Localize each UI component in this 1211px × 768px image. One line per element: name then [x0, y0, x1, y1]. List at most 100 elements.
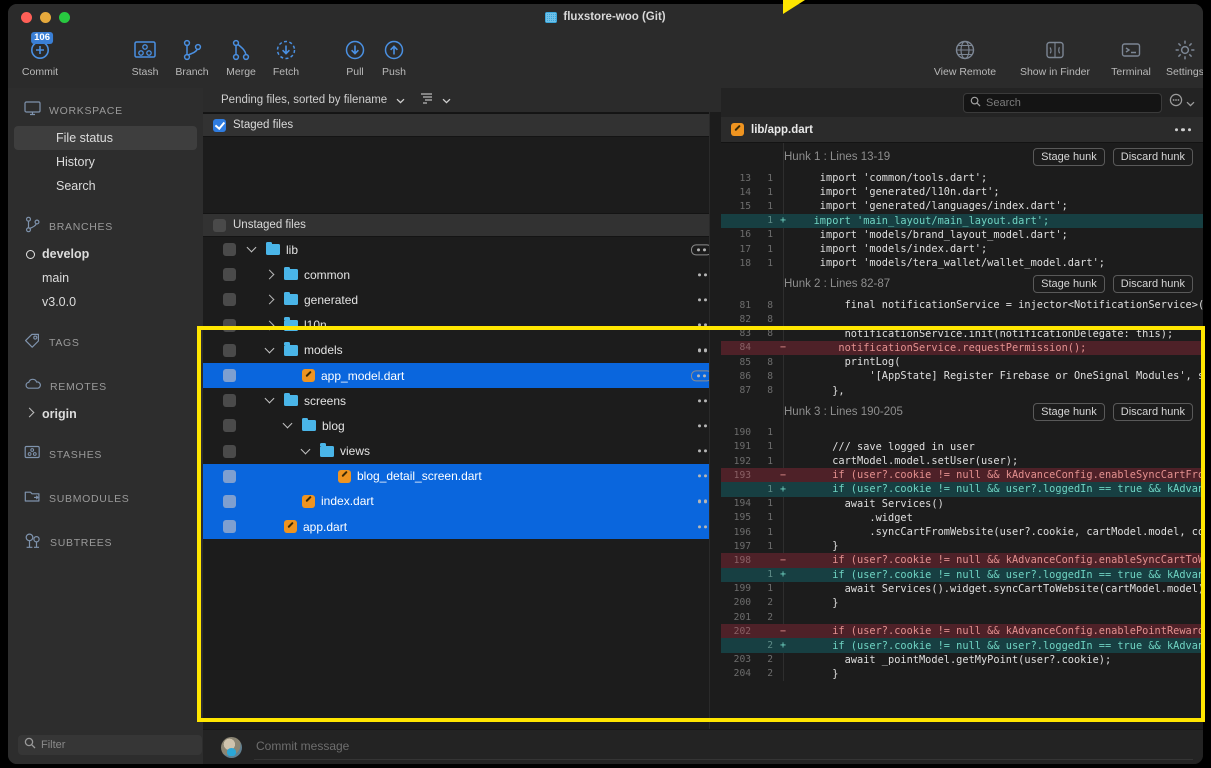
tree-row-file[interactable]: index.dart	[203, 488, 721, 515]
minimize-button[interactable]	[40, 12, 51, 23]
diff-line: 193 − if (user?.cookie != null && kAdvanc…	[721, 468, 1203, 483]
zoom-button[interactable]	[59, 12, 70, 23]
tag-icon	[24, 333, 41, 354]
tree-row-folder[interactable]: models	[203, 338, 721, 363]
folder-icon	[284, 317, 298, 331]
tree-row-menu-button[interactable]	[697, 449, 707, 453]
files-pane: Pending files, sorted by filename Staged…	[203, 88, 721, 730]
tree-row-menu-button[interactable]	[697, 273, 707, 277]
tree-row-checkbox[interactable]	[223, 369, 236, 383]
diff-new-line-number: 1	[767, 257, 773, 269]
chevron-right-icon[interactable]	[264, 269, 275, 280]
diff-options-button[interactable]	[1169, 93, 1195, 112]
tree-row-folder[interactable]: l10n	[203, 313, 721, 338]
stage-hunk-button[interactable]: Stage hunk	[1033, 275, 1105, 294]
diff-line-text: final notificationService = injector<Not…	[795, 299, 1203, 312]
tree-row-folder[interactable]: screens	[203, 388, 721, 413]
chevron-down-icon[interactable]	[264, 343, 275, 354]
search-input[interactable]: Search	[963, 92, 1162, 113]
tree-row-file[interactable]: app.dart	[203, 514, 721, 540]
subtree-icon	[24, 533, 42, 554]
tree-row-checkbox[interactable]	[223, 494, 236, 508]
tree-row-checkbox[interactable]	[223, 469, 236, 483]
discard-hunk-button[interactable]: Discard hunk	[1112, 402, 1193, 421]
sidebar-branch-v300[interactable]: v3.0.0	[8, 290, 203, 314]
sidebar-item-file-status[interactable]: File status	[14, 126, 197, 150]
chevron-down-icon[interactable]	[300, 444, 311, 455]
tree-row-checkbox[interactable]	[223, 394, 236, 408]
close-button[interactable]	[21, 12, 32, 23]
files-sort-label[interactable]: Pending files, sorted by filename	[221, 94, 387, 106]
staged-files-header[interactable]: Staged files	[203, 113, 721, 137]
merge-icon	[228, 32, 254, 62]
files-pane-scrollbar[interactable]	[709, 112, 721, 730]
commit-message-input[interactable]: Commit message	[254, 736, 1193, 760]
tree-row-checkbox[interactable]	[223, 343, 236, 357]
tree-row-checkbox[interactable]	[223, 444, 236, 458]
diff-line-text: }	[795, 667, 839, 680]
toolbar-view-remote-button[interactable]: View Remote	[927, 32, 1003, 78]
tree-row-checkbox[interactable]	[223, 318, 236, 332]
view-mode-icon[interactable]	[420, 91, 433, 109]
tree-row-menu-button[interactable]	[697, 525, 707, 529]
view-mode-chevron-icon[interactable]	[442, 91, 451, 109]
stage-hunk-button[interactable]: Stage hunk	[1033, 402, 1105, 421]
diff-line: 204 2 }	[721, 667, 1203, 681]
sidebar-remote-origin[interactable]: origin	[8, 402, 203, 426]
chevron-down-icon[interactable]	[246, 242, 257, 253]
toolbar-branch-button[interactable]: Branch	[164, 32, 220, 78]
unstaged-files-checkbox[interactable]	[213, 218, 226, 232]
tree-row-menu-button[interactable]	[697, 499, 707, 504]
tree-row-checkbox[interactable]	[223, 268, 236, 282]
sidebar-branch-main[interactable]: main	[8, 266, 203, 290]
diff-new-line-number: 1	[767, 441, 773, 453]
chevron-right-icon[interactable]	[264, 320, 275, 331]
tree-row-menu-button[interactable]	[697, 298, 707, 302]
tree-row-folder[interactable]: generated	[203, 287, 721, 312]
unstaged-file-tree: lib common generated l10n models app_model.da…	[203, 237, 721, 540]
chevron-right-icon[interactable]	[264, 295, 275, 305]
tree-row-file[interactable]: blog_detail_screen.dart	[203, 463, 721, 489]
tree-row-menu-button[interactable]	[697, 474, 707, 478]
tree-row-folder[interactable]: views	[203, 439, 721, 464]
sidebar-item-search[interactable]: Search	[8, 174, 203, 198]
diff-file-menu-button[interactable]	[1174, 127, 1191, 132]
unstaged-files-header[interactable]: Unstaged files	[203, 213, 721, 237]
toolbar-show-in-finder-button[interactable]: Show in Finder	[1011, 32, 1099, 78]
tree-row-file[interactable]: app_model.dart	[203, 362, 721, 389]
tree-row-checkbox[interactable]	[223, 293, 236, 307]
tree-row-menu-button[interactable]	[697, 424, 707, 428]
toolbar-fetch-button[interactable]: Fetch	[258, 32, 314, 78]
tree-row-checkbox[interactable]	[223, 520, 236, 534]
diff-line: 1 + if (user?.cookie != null && user?.log…	[721, 567, 1203, 582]
chevron-down-icon[interactable]	[282, 418, 293, 429]
tree-row-checkbox[interactable]	[223, 419, 236, 433]
sidebar-section-submodules-label: SUBMODULES	[49, 493, 130, 505]
tree-row-menu-button[interactable]	[697, 348, 707, 352]
diff-line: 14 1 import 'generated/l10n.dart';	[721, 185, 1203, 199]
toolbar-settings-button[interactable]: Settings	[1156, 32, 1203, 78]
discard-hunk-button[interactable]: Discard hunk	[1112, 148, 1193, 166]
stage-hunk-button[interactable]: Stage hunk	[1033, 148, 1105, 166]
sidebar-branch-develop[interactable]: develop	[8, 242, 203, 266]
chevron-down-icon[interactable]	[396, 91, 405, 109]
toolbar-push-button[interactable]: Push	[366, 32, 422, 78]
toolbar-terminal-button[interactable]: Terminal	[1100, 32, 1162, 78]
tree-row-folder[interactable]: common	[203, 262, 721, 287]
tree-row-folder[interactable]: lib	[203, 237, 721, 262]
filter-input[interactable]: Filter	[18, 735, 202, 755]
staged-files-checkbox[interactable]	[213, 118, 226, 132]
finder-icon	[1043, 32, 1067, 62]
diff-line-text: notificationService.requestPermission();	[795, 341, 1087, 354]
diff-line-text: if (user?.cookie != null && kAdvanceConf…	[832, 469, 1203, 482]
tree-row-menu-button[interactable]	[697, 323, 707, 327]
diff-line: 191 1 /// save logged in user	[721, 440, 1203, 454]
tree-row-folder[interactable]: blog	[203, 413, 721, 438]
tree-row-menu-button[interactable]	[697, 399, 707, 403]
diff-line-sign: −	[779, 625, 787, 637]
chevron-down-icon[interactable]	[264, 393, 275, 404]
discard-hunk-button[interactable]: Discard hunk	[1112, 275, 1193, 294]
tree-row-checkbox[interactable]	[223, 243, 236, 257]
toolbar-commit-button[interactable]: 106 Commit	[12, 32, 68, 78]
sidebar-item-history[interactable]: History	[8, 150, 203, 174]
